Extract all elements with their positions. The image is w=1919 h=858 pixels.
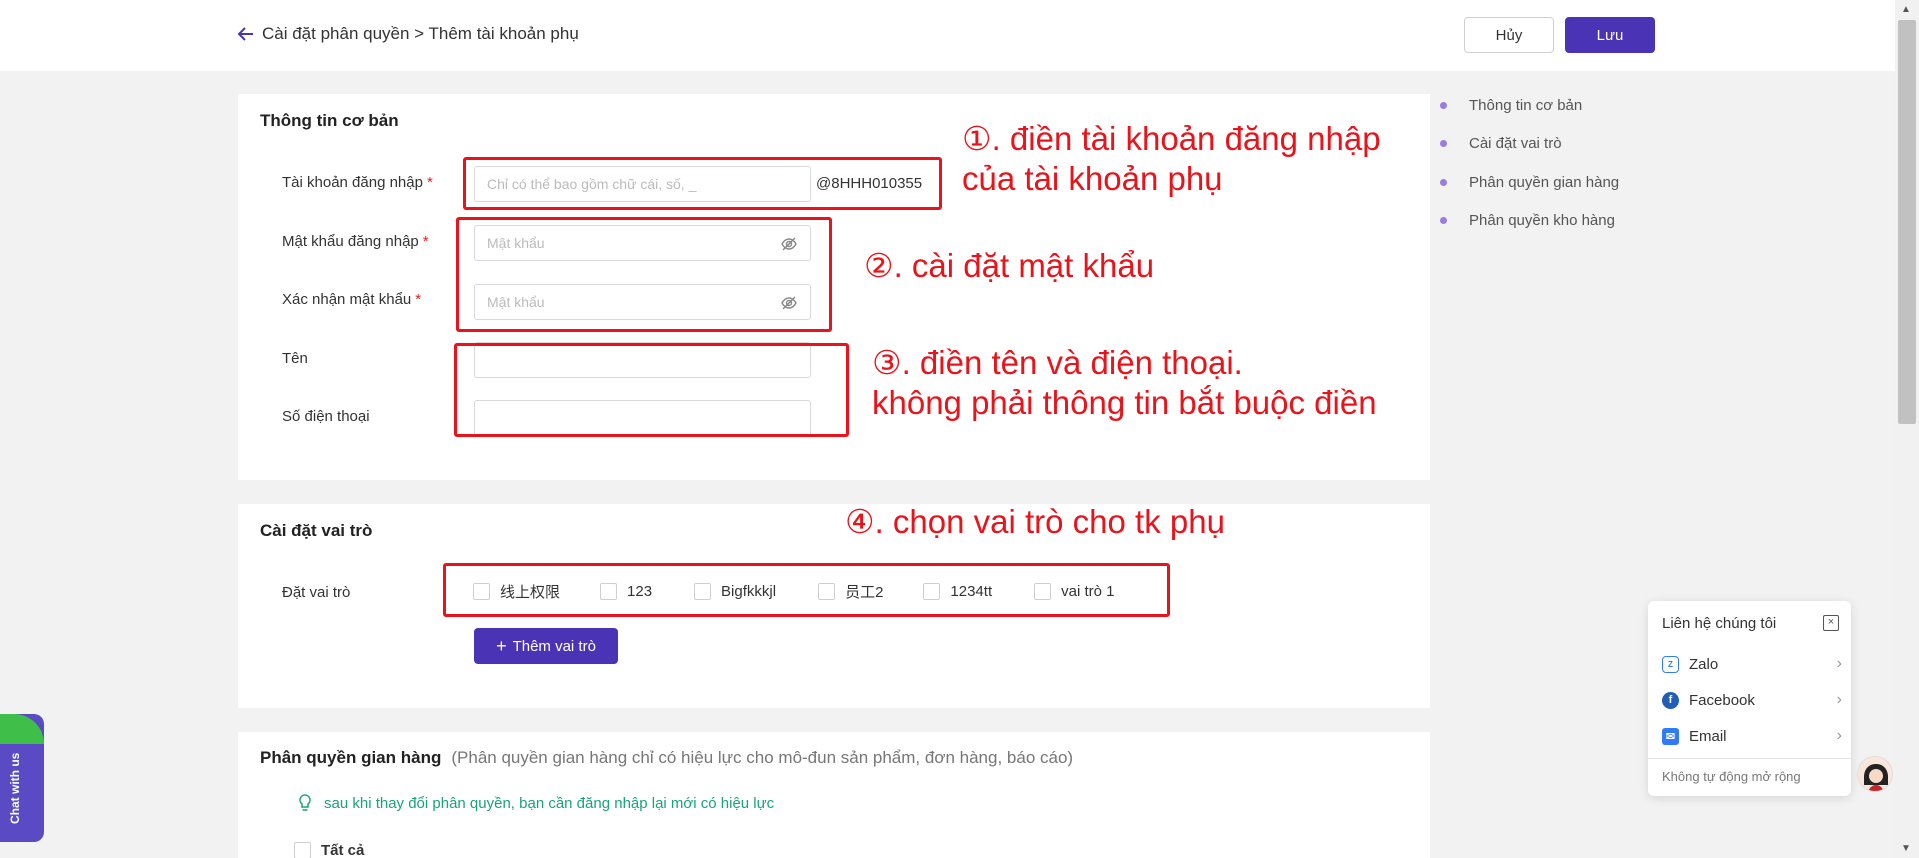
divider: [1648, 758, 1851, 759]
annotation-step-3: ③. điền tên và điện thoại. không phải th…: [872, 343, 1377, 423]
annotation-box-roles: [443, 563, 1170, 617]
chat-tab-accent: [0, 714, 44, 744]
contact-facebook-label: Facebook: [1689, 691, 1755, 709]
annotation-step-1: ①. điền tài khoản đăng nhập của tài khoả…: [962, 119, 1381, 199]
cancel-button[interactable]: Hủy: [1464, 17, 1554, 53]
store-permissions-title-text: Phân quyền gian hàng: [260, 748, 442, 767]
anchor-item-label: Phân quyền gian hàng: [1469, 173, 1620, 191]
select-all-option[interactable]: Tất cả: [294, 842, 364, 858]
add-role-label: Thêm vai trò: [512, 637, 596, 655]
top-bar: Cài đặt phân quyền > Thêm tài khoản phụ …: [0, 0, 1895, 71]
no-auto-expand-option[interactable]: Không tự động mở rộng: [1662, 769, 1801, 784]
basic-info-title: Thông tin cơ bản: [260, 111, 399, 130]
add-role-button[interactable]: + Thêm vai trò: [474, 628, 618, 664]
required-mark: *: [422, 233, 429, 250]
chat-with-us-tab[interactable]: Chat with us: [0, 714, 44, 842]
checkbox[interactable]: [294, 842, 311, 858]
contact-zalo[interactable]: Z Zalo ›: [1662, 655, 1842, 673]
annotation-box-login: [463, 157, 942, 210]
anchor-item-basic-info[interactable]: Thông tin cơ bản: [1440, 86, 1619, 125]
anchor-item-warehouse-permissions[interactable]: Phân quyền kho hàng: [1440, 202, 1619, 241]
annotation-box-name-phone: [454, 343, 849, 437]
annotation-step-1-line-2: của tài khoản phụ: [962, 160, 1223, 197]
anchor-dot: [1440, 101, 1447, 109]
login-account-label: Tài khoản đăng nhập *: [282, 174, 433, 191]
anchor-item-label: Phân quyền kho hàng: [1469, 212, 1615, 230]
anchor-item-label: Cài đặt vai trò: [1469, 135, 1562, 153]
scroll-up-icon[interactable]: ▲: [1901, 4, 1911, 15]
chevron-right-icon: ›: [1836, 655, 1842, 672]
password-label-text: Mật khẩu đăng nhập: [282, 233, 419, 250]
facebook-icon: f: [1662, 691, 1679, 709]
chat-with-us-label: Chat with us: [8, 752, 22, 824]
contact-facebook[interactable]: f Facebook ›: [1662, 691, 1842, 709]
phone-label: Số điện thoại: [282, 408, 370, 425]
support-avatar[interactable]: [1857, 756, 1893, 792]
back-breadcrumb[interactable]: Cài đặt phân quyền > Thêm tài khoản phụ: [236, 24, 579, 44]
anchor-dot: [1440, 178, 1447, 186]
store-permissions-hint: (Phân quyền gian hàng chỉ có hiệu lực ch…: [451, 748, 1074, 767]
confirm-password-label-text: Xác nhận mật khẩu: [282, 291, 412, 308]
name-label: Tên: [282, 350, 308, 367]
password-label: Mật khẩu đăng nhập *: [282, 233, 429, 250]
login-account-label-text: Tài khoản đăng nhập: [282, 174, 423, 191]
required-mark: *: [415, 291, 422, 308]
save-button[interactable]: Lưu: [1565, 17, 1655, 53]
chevron-right-icon: ›: [1836, 691, 1842, 708]
contact-email-label: Email: [1689, 727, 1727, 745]
required-mark: *: [426, 174, 433, 191]
lightbulb-icon: [299, 794, 311, 811]
plus-icon: +: [496, 635, 507, 656]
annotation-step-3-line-2: không phải thông tin bắt buộc điền: [872, 384, 1377, 421]
annotation-step-2: ②. cài đặt mật khẩu: [864, 247, 1155, 284]
anchor-nav: Thông tin cơ bản Cài đặt vai trò Phân qu…: [1440, 86, 1619, 240]
anchor-item-role-settings[interactable]: Cài đặt vai trò: [1440, 125, 1619, 164]
annotation-step-3-line-1: ③. điền tên và điện thoại.: [872, 344, 1243, 381]
set-role-label: Đặt vai trò: [282, 584, 351, 601]
email-icon: ✉: [1662, 727, 1679, 745]
select-all-label: Tất cả: [321, 842, 365, 858]
anchor-item-store-permissions[interactable]: Phân quyền gian hàng: [1440, 163, 1619, 202]
anchor-item-label: Thông tin cơ bản: [1469, 96, 1583, 114]
avatar-icon: [1864, 764, 1888, 791]
chevron-right-icon: ›: [1836, 727, 1842, 744]
breadcrumb: Cài đặt phân quyền > Thêm tài khoản phụ: [262, 24, 579, 43]
scrollbar-thumb[interactable]: [1898, 20, 1916, 424]
role-settings-title: Cài đặt vai trò: [260, 521, 373, 540]
contact-panel: Liên hệ chúng tôi × Z Zalo › f Facebook …: [1648, 601, 1851, 796]
collapse-icon[interactable]: ×: [1823, 615, 1839, 631]
contact-panel-title: Liên hệ chúng tôi: [1662, 615, 1777, 632]
confirm-password-label: Xác nhận mật khẩu *: [282, 291, 421, 308]
zalo-icon: Z: [1662, 655, 1679, 673]
anchor-dot: [1440, 140, 1447, 148]
store-permissions-title: Phân quyền gian hàng (Phân quyền gian hàn…: [260, 748, 1073, 768]
annotation-step-4: ④. chọn vai trò cho tk phụ: [845, 503, 1225, 540]
contact-email[interactable]: ✉ Email ›: [1662, 727, 1842, 745]
relogin-note-text: sau khi thay đổi phân quyền, bạn cần đăn…: [324, 794, 775, 812]
anchor-dot: [1440, 217, 1447, 225]
annotation-box-password: [456, 217, 832, 332]
contact-zalo-label: Zalo: [1689, 655, 1719, 673]
relogin-note: sau khi thay đổi phân quyền, bạn cần đăn…: [298, 794, 774, 812]
arrow-left-icon[interactable]: [236, 24, 256, 44]
annotation-step-1-line-1: ①. điền tài khoản đăng nhập: [962, 120, 1381, 157]
scroll-down-icon[interactable]: ▼: [1901, 843, 1911, 854]
